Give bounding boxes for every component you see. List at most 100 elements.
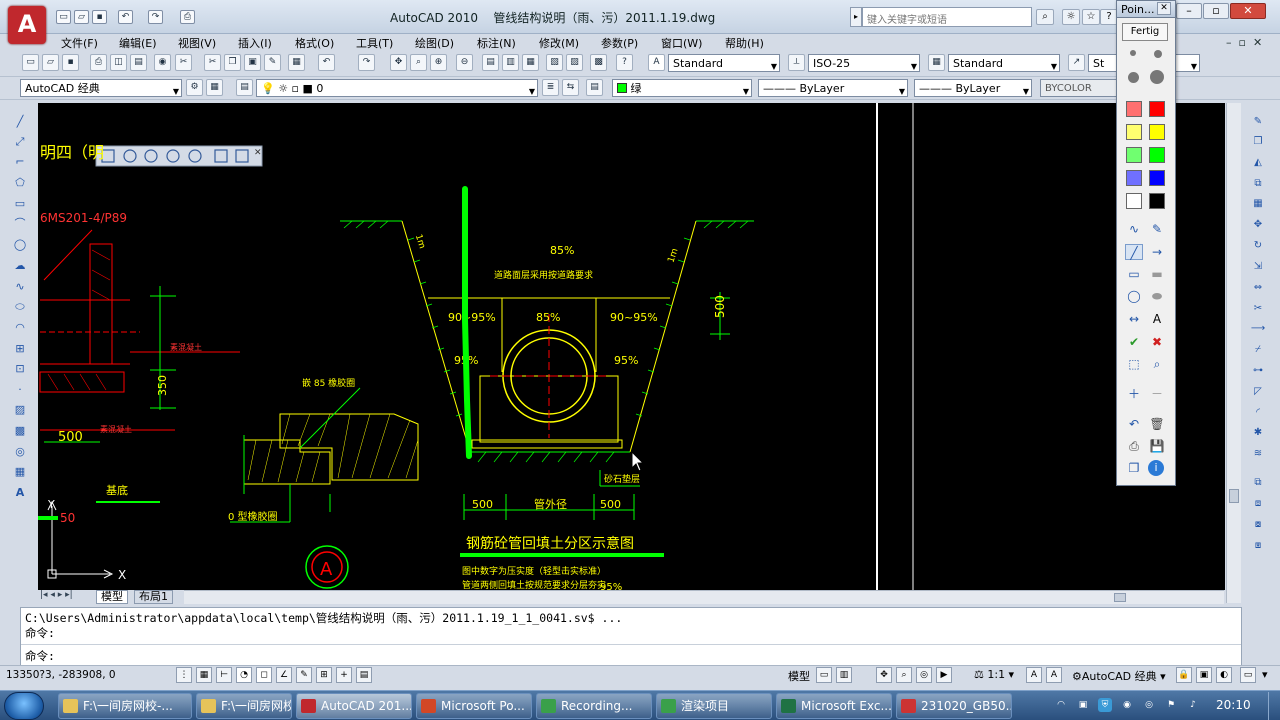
drawing-canvas[interactable]: ✕ 明四（明 6MS201-4/P89 素混凝土 素混凝土 350 500 基底 xyxy=(38,103,1225,590)
menu-draw[interactable]: 绘图(D) xyxy=(415,35,454,51)
coordinate-readout[interactable]: 13350?3, -283908, 0 xyxy=(6,669,116,681)
new-icon[interactable]: ▭ xyxy=(56,10,71,24)
color-swatch[interactable] xyxy=(1126,170,1142,186)
show-desktop-button[interactable] xyxy=(1268,692,1280,720)
wifi-icon[interactable]: ◠ xyxy=(1054,698,1068,712)
menu-edit[interactable]: 编辑(E) xyxy=(119,35,157,51)
color-swatch[interactable] xyxy=(1126,101,1142,117)
copy-obj-icon[interactable]: ❐ xyxy=(1249,133,1267,150)
lock-icon[interactable]: 🔒 xyxy=(1176,667,1192,683)
showmotion-icon[interactable]: ▶ xyxy=(936,667,952,683)
taskbar-item[interactable]: F:\一间房网校-... xyxy=(58,693,192,719)
volume-icon[interactable]: ♪ xyxy=(1186,698,1200,712)
zoom-status-icon[interactable]: ⌕ xyxy=(896,667,912,683)
zoom-window-icon[interactable]: ⊕ xyxy=(430,54,447,71)
pointofix-close-button[interactable]: ✕ xyxy=(1157,2,1171,15)
table-style-icon[interactable]: ▦ xyxy=(928,54,945,71)
save-icon[interactable]: ▪ xyxy=(92,10,107,24)
osnap-icon[interactable]: ◻ xyxy=(256,667,272,683)
menu-parametric[interactable]: 参数(P) xyxy=(601,35,638,51)
help-tb-icon[interactable]: ? xyxy=(616,54,633,71)
flag-icon[interactable]: ⚑ xyxy=(1164,698,1178,712)
menu-tools[interactable]: 工具(T) xyxy=(356,35,393,51)
redo-tb-icon[interactable]: ↷ xyxy=(358,54,375,71)
undo-tool-icon[interactable]: ↶ xyxy=(1125,416,1143,432)
text-style-select[interactable]: Standard ▼ xyxy=(668,54,780,72)
pointofix-done-button[interactable]: Fertig xyxy=(1122,23,1168,41)
plotstyle-select[interactable]: BYCOLOR xyxy=(1040,79,1120,97)
eraser-tool-icon[interactable]: ✎ xyxy=(1148,221,1166,237)
menu-help[interactable]: 帮助(H) xyxy=(725,35,764,51)
make-block-icon[interactable]: ⊡ xyxy=(11,360,29,377)
3d-dwf-icon[interactable]: ◉ xyxy=(154,54,171,71)
zoom-tool-icon[interactable]: ⌕ xyxy=(1148,356,1166,372)
network-icon[interactable]: ▣ xyxy=(1076,698,1090,712)
taskbar-item[interactable]: F:\一间房网校-... xyxy=(196,693,292,719)
vertical-scrollbar[interactable] xyxy=(1226,103,1241,603)
line-tool-icon[interactable]: ╱ xyxy=(1125,244,1143,260)
calculator-icon[interactable]: ▩ xyxy=(590,54,607,71)
status-menu-icon[interactable]: ▾ xyxy=(1262,668,1268,681)
draworder-icon[interactable]: ⧉ xyxy=(1249,474,1267,491)
table-style-select[interactable]: Standard ▼ xyxy=(948,54,1060,72)
open-icon[interactable]: ▱ xyxy=(74,10,89,24)
color-select[interactable]: 绿 ▼ xyxy=(612,79,752,97)
arc-icon[interactable]: ⌒ xyxy=(11,215,29,232)
plot-icon[interactable]: ⎙ xyxy=(90,54,107,71)
lineweight-select[interactable]: ——— ByLayer ▼ xyxy=(914,79,1032,97)
revcloud-icon[interactable]: ☁ xyxy=(11,257,29,274)
floating-3d-toolbar[interactable]: ✕ xyxy=(95,145,263,167)
copy-icon[interactable]: ❐ xyxy=(224,54,241,71)
save-tool-icon[interactable]: 💾 xyxy=(1148,438,1166,454)
undo-tb-icon[interactable]: ↶ xyxy=(318,54,335,71)
layer-state-icon[interactable]: ▤ xyxy=(586,79,603,96)
join-icon[interactable]: ⊶ xyxy=(1249,362,1267,379)
workspace-save-icon[interactable]: ▦ xyxy=(206,79,223,96)
ellipse-icon[interactable]: ⬭ xyxy=(11,298,29,315)
info-icon[interactable]: i xyxy=(1148,460,1164,476)
check-tool-icon[interactable]: ✔ xyxy=(1125,334,1143,350)
cross-tool-icon[interactable]: ✖ xyxy=(1148,334,1166,350)
shield-icon[interactable]: ⛨ xyxy=(1098,698,1112,712)
ortho-icon[interactable]: ⊢ xyxy=(216,667,232,683)
block-editor-icon[interactable]: ▦ xyxy=(288,54,305,71)
spline-icon[interactable]: ∿ xyxy=(11,278,29,295)
qopen-icon[interactable]: ▱ xyxy=(42,54,59,71)
dim-style-select[interactable]: ISO-25 ▼ xyxy=(808,54,920,72)
pan-icon[interactable]: ✥ xyxy=(390,54,407,71)
grid-icon[interactable]: ▦ xyxy=(196,667,212,683)
text-front-icon[interactable]: ⧆ xyxy=(1249,537,1267,554)
horizontal-scrollbar[interactable] xyxy=(184,590,1224,604)
ducs-icon[interactable]: ✎ xyxy=(296,667,312,683)
pan-status-icon[interactable]: ✥ xyxy=(876,667,892,683)
redo-icon[interactable]: ↷ xyxy=(148,10,163,24)
isolate-icon[interactable]: ◐ xyxy=(1216,667,1232,683)
color-swatch[interactable] xyxy=(1149,124,1165,140)
command-prompt[interactable]: 命令: xyxy=(25,648,55,664)
model-space-toggle[interactable]: 模型 xyxy=(788,668,810,684)
hardware-accel-icon[interactable]: ▣ xyxy=(1196,667,1212,683)
table-icon[interactable]: ▦ xyxy=(11,463,29,480)
polygon-icon[interactable]: ⬠ xyxy=(11,174,29,191)
double-arrow-tool-icon[interactable]: ↔ xyxy=(1125,311,1143,327)
zoom-realtime-icon[interactable]: ⌕ xyxy=(410,54,427,71)
close-button[interactable]: ✕ xyxy=(1230,3,1266,19)
layout-view-icon[interactable]: ▭ xyxy=(816,667,832,683)
annotation-scale[interactable]: ⚖ 1:1 ▾ xyxy=(974,668,1014,681)
array-icon[interactable]: ▦ xyxy=(1249,195,1267,212)
clock[interactable]: 20:10 xyxy=(1216,698,1251,712)
layer-select[interactable]: 💡 ☼ ▫ ■ 0 ▼ xyxy=(256,79,538,97)
design-center-icon[interactable]: ▥ xyxy=(502,54,519,71)
otrack-icon[interactable]: ∠ xyxy=(276,667,292,683)
menu-view[interactable]: 视图(V) xyxy=(178,35,216,51)
mirror-icon[interactable]: ◭ xyxy=(1249,154,1267,171)
mtext-icon[interactable]: A xyxy=(11,484,29,501)
explode-icon[interactable]: ✱ xyxy=(1249,424,1267,441)
cut-icon[interactable]: ✂ xyxy=(175,54,192,71)
color-swatch[interactable] xyxy=(1126,124,1142,140)
lwt-icon[interactable]: + xyxy=(336,667,352,683)
minimize-button[interactable]: – xyxy=(1176,3,1202,19)
pen-size-medium-icon[interactable] xyxy=(1154,50,1162,58)
hatch-icon[interactable]: ▨ xyxy=(11,401,29,418)
taskbar-item[interactable]: 231020_GB50... xyxy=(896,693,1012,719)
